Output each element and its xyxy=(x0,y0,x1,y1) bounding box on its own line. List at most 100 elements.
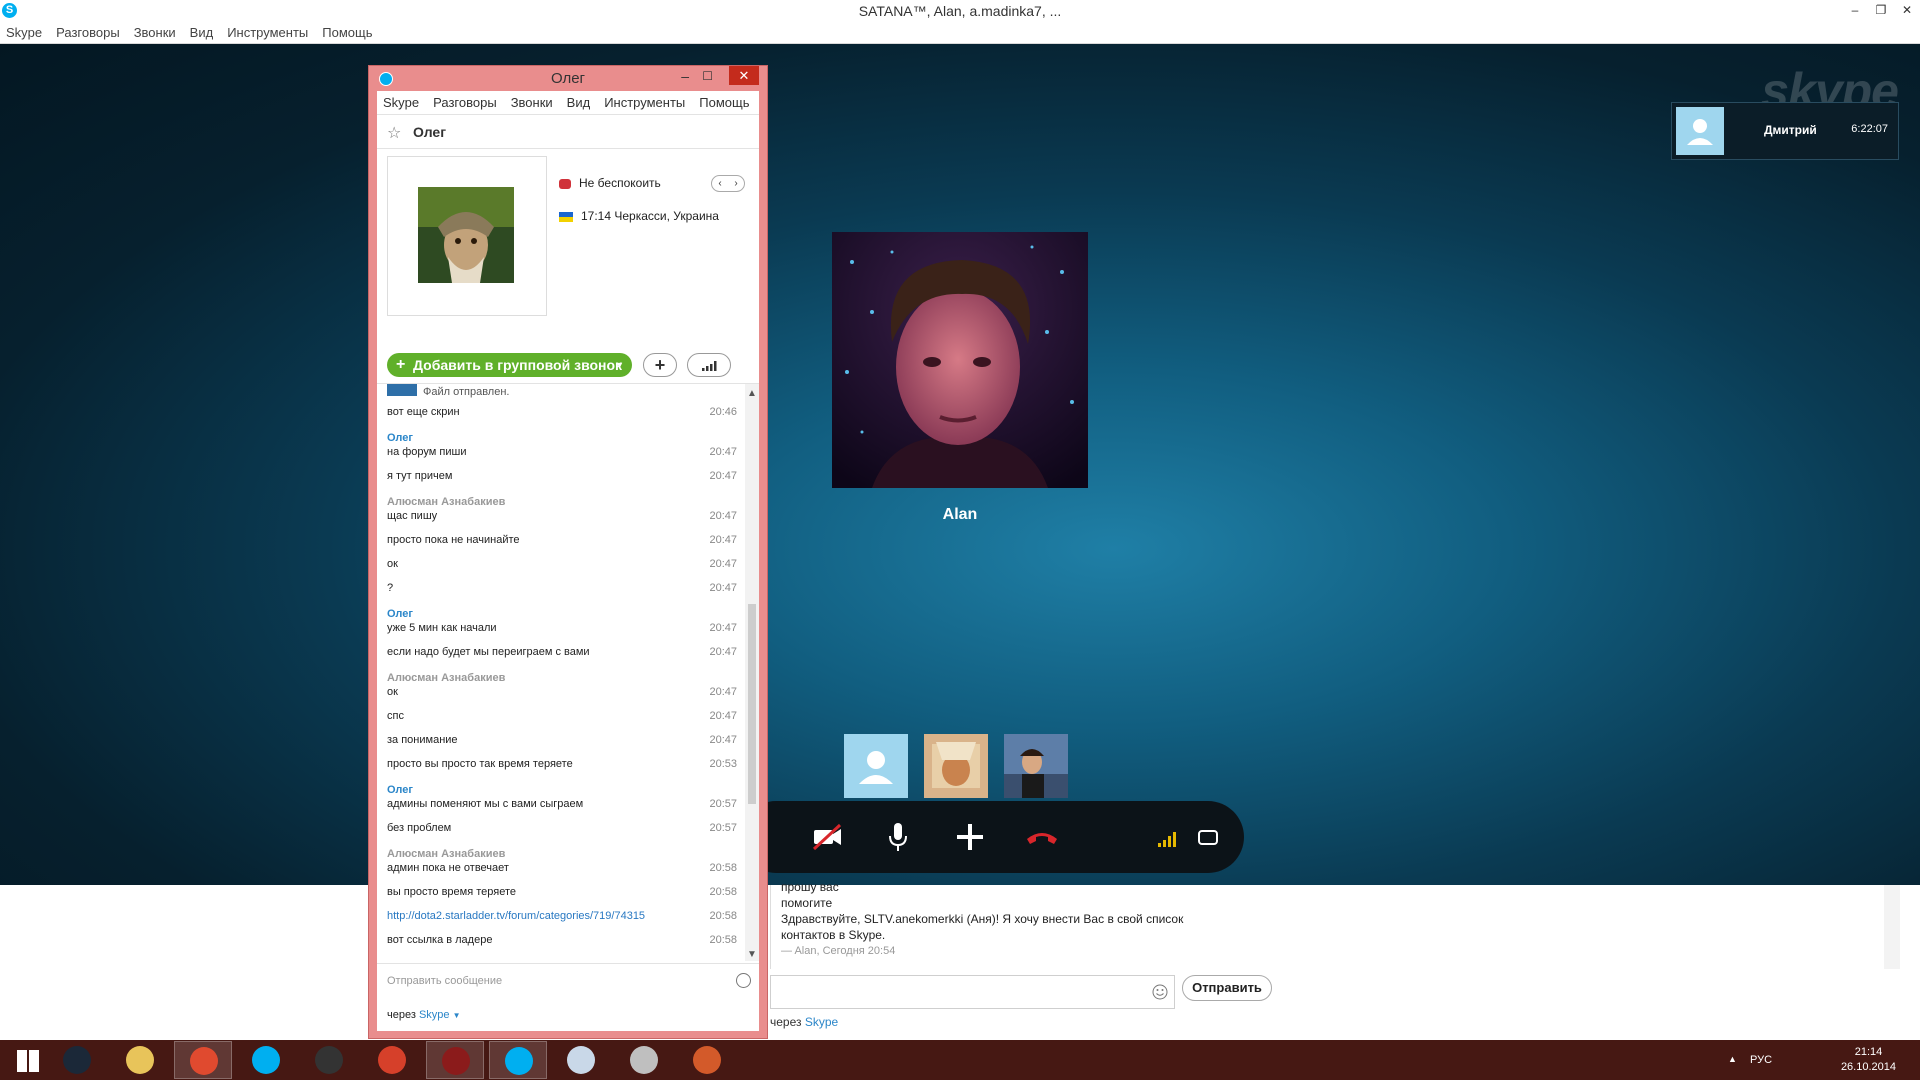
message-row: админ пока не отвечает 20:58 xyxy=(387,862,737,874)
add-contact-button[interactable]: + xyxy=(643,353,677,377)
contact-avatar[interactable] xyxy=(418,187,514,283)
message-time: 20:47 xyxy=(709,470,737,482)
message-time: 20:58 xyxy=(709,910,737,922)
chat-menu-tools[interactable]: Инструменты xyxy=(604,91,685,114)
close-button[interactable]: ✕ xyxy=(1894,0,1920,22)
message-text: вот еще скрин xyxy=(387,406,460,418)
main-message-input[interactable] xyxy=(770,975,1175,1009)
taskbar-obs-button[interactable] xyxy=(300,1041,358,1079)
prev-arrow-icon[interactable]: ‹ xyxy=(718,178,721,189)
main-chat-line: помогите xyxy=(781,896,833,910)
taskbar-office-doc-button[interactable] xyxy=(678,1041,736,1079)
message-row: я тут причем 20:47 xyxy=(387,470,737,482)
clock[interactable]: 21:14 26.10.2014 xyxy=(1841,1045,1896,1075)
restore-button[interactable]: ❐ xyxy=(1868,0,1894,22)
jar-tool-icon xyxy=(378,1046,406,1074)
menu-tools[interactable]: Инструменты xyxy=(227,22,308,43)
chat-menu-calls[interactable]: Звонки xyxy=(511,91,553,114)
system-tray: ▲ РУС 21:14 26.10.2014 xyxy=(1720,1040,1920,1080)
favorite-star-icon[interactable]: ☆ xyxy=(387,123,401,143)
contact-name: Олег xyxy=(413,124,447,140)
chat-menu-view[interactable]: Вид xyxy=(567,91,591,114)
fullscreen-icon[interactable] xyxy=(1190,819,1226,855)
participant-thumbnail-photo[interactable] xyxy=(924,734,988,798)
scroll-up-icon[interactable]: ▲ xyxy=(747,388,757,399)
chat-minimize-button[interactable]: – xyxy=(681,68,689,84)
message-text: просто вы просто так время теряете xyxy=(387,758,573,770)
taskbar-steam-button[interactable] xyxy=(48,1041,106,1079)
menu-calls[interactable]: Звонки xyxy=(134,22,176,43)
microphone-icon[interactable] xyxy=(880,819,916,855)
add-participant-plus-icon[interactable] xyxy=(952,819,988,855)
remote-participant-video[interactable] xyxy=(832,232,1088,488)
profile-nav-arrows[interactable]: ‹ › xyxy=(711,175,745,192)
signal-icon[interactable] xyxy=(1150,819,1186,855)
menu-skype[interactable]: Skype xyxy=(6,22,42,43)
menu-help[interactable]: Помощь xyxy=(322,22,372,43)
chat-menu-help[interactable]: Помощь xyxy=(699,91,749,114)
participant-thumbnail-default[interactable] xyxy=(844,734,908,798)
message-row: просто пока не начинайте 20:47 xyxy=(387,534,737,546)
emoticon-icon[interactable] xyxy=(736,973,751,988)
taskbar-jar-tool-button[interactable] xyxy=(363,1041,421,1079)
via-service-dropdown[interactable]: Skype xyxy=(805,1015,838,1029)
message-time: 20:58 xyxy=(709,934,737,946)
input-language[interactable]: РУС xyxy=(1750,1054,1772,1066)
media-player-icon xyxy=(630,1046,658,1074)
message-text: если надо будет мы переиграем с вами xyxy=(387,646,590,658)
contact-location: 17:14 Черкасси, Украина xyxy=(559,209,719,223)
tray-expand-icon[interactable]: ▲ xyxy=(1728,1054,1737,1064)
video-off-icon[interactable] xyxy=(810,819,846,855)
chat-close-button[interactable]: ✕ xyxy=(729,66,759,85)
incoming-call-notification[interactable]: Дмитрий 6:22:07 xyxy=(1671,102,1899,160)
taskbar-skype-active-button[interactable] xyxy=(489,1041,547,1079)
scrollbar-thumb[interactable] xyxy=(748,604,756,804)
chat-menu-skype[interactable]: Skype xyxy=(383,91,419,114)
chat-via-label: через Skype ▼ xyxy=(387,1009,461,1021)
minimize-button[interactable]: – xyxy=(1842,0,1868,22)
main-window-titlebar: S SATANA™, Alan, a.madinka7, ... – ❐ ✕ xyxy=(0,0,1920,22)
file-explorer-icon xyxy=(126,1046,154,1074)
taskbar-dota-2-button[interactable] xyxy=(426,1041,484,1079)
chat-menubar: Skype Разговоры Звонки Вид Инструменты П… xyxy=(377,91,759,115)
hang-up-icon[interactable] xyxy=(1024,819,1060,855)
file-sent-notice: Файл отправлен. xyxy=(387,384,737,398)
taskbar-media-player-button[interactable] xyxy=(615,1041,673,1079)
call-controls-bar xyxy=(740,801,1244,873)
taskbar-image-viewer-button[interactable] xyxy=(552,1041,610,1079)
menu-view[interactable]: Вид xyxy=(190,22,214,43)
notification-name: Дмитрий xyxy=(1764,123,1817,137)
next-arrow-icon[interactable]: › xyxy=(734,178,737,189)
taskbar-chrome-button[interactable] xyxy=(174,1041,232,1079)
message-link[interactable]: http://dota2.starladder.tv/forum/categor… xyxy=(387,910,737,922)
chat-scrollbar[interactable]: ▲ ▼ xyxy=(745,384,759,961)
emoticon-icon[interactable] xyxy=(1152,984,1168,1000)
message-time: 20:47 xyxy=(709,622,737,634)
scroll-down-icon[interactable]: ▼ xyxy=(747,949,757,960)
main-chat-line: прошу вас xyxy=(781,880,839,894)
message-row: ? 20:47 xyxy=(387,582,737,594)
chat-menu-conversations[interactable]: Разговоры xyxy=(433,91,497,114)
taskbar-file-explorer-button[interactable] xyxy=(111,1041,169,1079)
taskbar-skype-button[interactable] xyxy=(237,1041,295,1079)
via-service-dropdown[interactable]: Skype xyxy=(419,1009,450,1021)
dota-2-icon xyxy=(442,1047,470,1075)
chat-maximize-button[interactable]: ☐ xyxy=(702,69,713,83)
participant-thumbnail-photo-2[interactable] xyxy=(1004,734,1068,798)
status-text: Не беспокоить xyxy=(579,176,661,190)
message-text: вы просто время теряете xyxy=(387,886,517,898)
message-text: админ пока не отвечает xyxy=(387,862,509,874)
compose-area[interactable]: Отправить сообщение xyxy=(377,963,759,999)
menu-conversations[interactable]: Разговоры xyxy=(56,22,120,43)
message-sender: Олег xyxy=(387,784,413,796)
main-chat-line: контактов в Skype. xyxy=(781,928,886,942)
call-quality-button[interactable] xyxy=(687,353,731,377)
signal-icon xyxy=(702,361,717,371)
main-chat-history: прошу вас помогите Здравствуйте, SLTV.an… xyxy=(770,880,1900,969)
main-chat-scrollbar[interactable] xyxy=(1884,885,1900,969)
send-button[interactable]: Отправить xyxy=(1182,975,1272,1001)
message-time: 20:53 xyxy=(709,758,737,770)
chat-window-titlebar[interactable]: Олег – ☐ ✕ xyxy=(369,66,767,91)
add-to-group-call-button[interactable]: + Добавить в групповой звонок ▼ xyxy=(387,353,632,377)
message-row: если надо будет мы переиграем с вами 20:4… xyxy=(387,646,737,658)
